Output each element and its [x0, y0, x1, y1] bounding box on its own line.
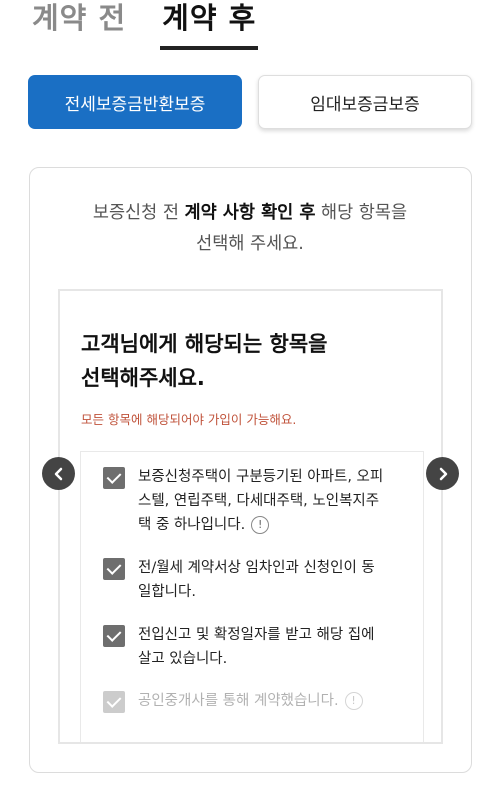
next-arrow-button[interactable] — [426, 457, 459, 490]
previous-arrow-button[interactable] — [42, 457, 75, 490]
checkbox-checked-icon[interactable] — [103, 467, 125, 489]
item-line: 택 중 하나입니다. — [138, 517, 246, 533]
item-line: 전/월세 계약서상 임차인과 신청인이 동 — [138, 560, 375, 576]
jeonse-deposit-guarantee-button[interactable]: 전세보증금반환보증 — [28, 75, 242, 129]
checkbox-checked-icon[interactable] — [103, 625, 125, 647]
eligibility-panel: 고객님에게 해당되는 항목을 선택해주세요. 모든 항목에 해당되어야 가입이 … — [58, 289, 443, 744]
contract-stage-tabs: 계약 전 계약 후 — [32, 0, 292, 50]
list-item[interactable]: 보증신청주택이 구분등기된 아파트, 오피 스텔, 연립주택, 다세대주택, 노… — [103, 465, 408, 537]
panel-title-line1: 고객님에게 해당되는 항목을 — [81, 332, 328, 356]
instruction-line2: 선택해 주세요. — [196, 234, 304, 254]
list-item-text: 공인중개사를 통해 계약했습니다.! — [138, 689, 363, 713]
list-item[interactable]: 전/월세 계약서상 임차인과 신청인이 동 일합니다. — [103, 556, 408, 604]
guarantee-type-selector: 전세보증금반환보증 임대보증금보증 — [28, 75, 472, 129]
info-icon[interactable]: ! — [344, 692, 363, 710]
panel-title: 고객님에게 해당되는 항목을 선택해주세요. — [81, 327, 327, 395]
instruction-suffix: 해당 항목을 — [315, 203, 408, 223]
item-line: 일합니다. — [138, 584, 196, 600]
tab-before-contract[interactable]: 계약 전 — [32, 0, 126, 50]
instruction-prefix: 보증신청 전 — [92, 203, 185, 223]
list-item-text: 전/월세 계약서상 임차인과 신청인이 동 일합니다. — [138, 556, 375, 604]
item-line: 보증신청주택이 구분등기된 아파트, 오피 — [138, 469, 384, 485]
panel-title-line2: 선택해주세요. — [81, 366, 205, 390]
instruction-text: 보증신청 전 계약 사항 확인 후 해당 항목을 선택해 주세요. — [40, 198, 460, 260]
item-line: 공인중개사를 통해 계약했습니다. — [138, 693, 339, 709]
eligibility-list: 보증신청주택이 구분등기된 아파트, 오피 스텔, 연립주택, 다세대주택, 노… — [80, 451, 424, 742]
eligibility-notice: 모든 항목에 해당되어야 가입이 가능해요. — [81, 412, 297, 427]
list-item-text: 전입신고 및 확정일자를 받고 해당 집에 살고 있습니다. — [138, 623, 374, 671]
chevron-left-icon — [54, 467, 62, 480]
item-line: 스텔, 연립주택, 다세대주택, 노인복지주 — [138, 493, 380, 509]
checkbox-checked-icon[interactable] — [103, 691, 125, 713]
checkbox-checked-icon[interactable] — [103, 558, 125, 580]
item-line: 살고 있습니다. — [138, 651, 228, 667]
item-line: 전입신고 및 확정일자를 받고 해당 집에 — [138, 627, 375, 643]
list-item[interactable]: 공인중개사를 통해 계약했습니다.! — [103, 689, 408, 713]
chevron-right-icon — [439, 467, 447, 480]
list-item[interactable]: 전입신고 및 확정일자를 받고 해당 집에 살고 있습니다. — [103, 623, 408, 671]
list-item-text: 보증신청주택이 구분등기된 아파트, 오피 스텔, 연립주택, 다세대주택, 노… — [138, 465, 383, 537]
instruction-bold: 계약 사항 확인 후 — [184, 203, 316, 223]
info-icon[interactable]: ! — [251, 516, 270, 534]
rental-deposit-guarantee-button[interactable]: 임대보증금보증 — [258, 75, 472, 129]
tab-after-contract[interactable]: 계약 후 — [160, 0, 259, 50]
